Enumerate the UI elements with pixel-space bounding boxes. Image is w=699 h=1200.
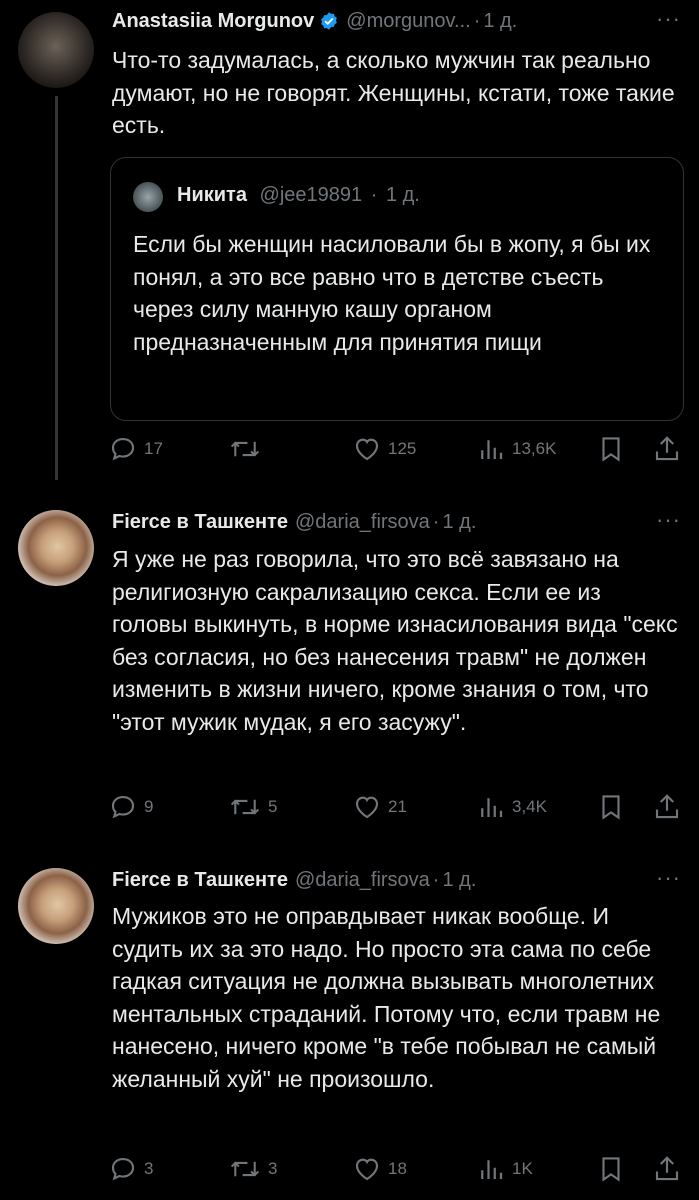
tweet-header: Anastasiia Morgunov @morgunov... · 1 д. … bbox=[112, 6, 681, 36]
reply-count: 17 bbox=[144, 439, 163, 458]
tweet-time[interactable]: 1 д. bbox=[442, 511, 476, 534]
tweet-header: Fierce в Ташкенте @daria_firsova · 1 д. … bbox=[112, 507, 681, 537]
thread-line bbox=[55, 96, 58, 480]
tweet-2[interactable]: Fierce в Ташкенте @daria_firsova · 1 д. … bbox=[0, 490, 699, 852]
tweet-text: Мужиков это не оправдывает никак вообще.… bbox=[112, 903, 661, 1092]
more-icon[interactable]: ··· bbox=[656, 865, 681, 891]
author-name[interactable]: Anastasiia Morgunov bbox=[112, 10, 314, 33]
reply-button[interactable]: 9 bbox=[108, 792, 153, 822]
tweet-actions: 17 125 13,6K bbox=[108, 434, 684, 464]
avatar[interactable] bbox=[18, 510, 94, 586]
views-icon bbox=[481, 798, 503, 817]
tweet-time[interactable]: 1 д. bbox=[483, 10, 517, 33]
share-icon bbox=[655, 794, 679, 819]
avatar[interactable] bbox=[18, 12, 94, 88]
like-icon bbox=[355, 438, 379, 461]
retweet-button[interactable] bbox=[228, 434, 268, 464]
like-count: 21 bbox=[388, 797, 407, 816]
reply-icon bbox=[111, 437, 135, 461]
share-icon bbox=[655, 436, 679, 461]
quote-text: Если бы женщин насиловали бы в жопу, я б… bbox=[133, 231, 651, 355]
views-button[interactable]: 3,4K bbox=[476, 792, 547, 822]
tweet-3[interactable]: Fierce в Ташкенте @daria_firsova · 1 д. … bbox=[0, 852, 699, 1200]
share-button[interactable] bbox=[652, 434, 682, 464]
quote-author-name: Никита bbox=[177, 184, 247, 206]
reply-button[interactable]: 17 bbox=[108, 434, 163, 464]
views-button[interactable]: 13,6K bbox=[476, 434, 556, 464]
author-name[interactable]: Fierce в Ташкенте bbox=[112, 511, 288, 534]
tweet-header: Fierce в Ташкенте @daria_firsova · 1 д. … bbox=[112, 865, 681, 895]
retweet-count: 3 bbox=[268, 1159, 278, 1178]
reply-icon bbox=[111, 1157, 135, 1181]
reply-count: 9 bbox=[144, 797, 154, 816]
tweet-actions: 3 3 18 1K bbox=[108, 1154, 684, 1184]
like-icon bbox=[355, 796, 379, 819]
like-button[interactable]: 125 bbox=[352, 434, 416, 464]
retweet-button[interactable]: 3 bbox=[228, 1154, 277, 1184]
bookmark-icon bbox=[602, 795, 620, 820]
tweet-1[interactable]: Anastasiia Morgunov @morgunov... · 1 д. … bbox=[0, 0, 699, 490]
views-icon bbox=[481, 1160, 503, 1179]
views-count: 3,4K bbox=[512, 797, 547, 816]
views-button[interactable]: 1K bbox=[476, 1154, 533, 1184]
separator-dot: · bbox=[370, 184, 378, 206]
more-icon[interactable]: ··· bbox=[656, 6, 681, 32]
author-handle[interactable]: @morgunov... bbox=[346, 10, 470, 33]
reply-icon bbox=[111, 795, 135, 819]
quote-header: Никита @jee19891 · 1 д. bbox=[177, 184, 420, 207]
views-count: 1K bbox=[512, 1159, 533, 1178]
more-icon[interactable]: ··· bbox=[656, 507, 681, 533]
quote-author-handle: @jee19891 bbox=[259, 184, 363, 206]
like-button[interactable]: 18 bbox=[352, 1154, 407, 1184]
like-icon bbox=[355, 1158, 379, 1181]
tweet-time[interactable]: 1 д. bbox=[442, 869, 476, 892]
bookmark-icon bbox=[602, 1157, 620, 1182]
reply-count: 3 bbox=[144, 1159, 154, 1178]
separator-dot: · bbox=[473, 9, 481, 32]
reply-button[interactable]: 3 bbox=[108, 1154, 153, 1184]
retweet-icon bbox=[230, 799, 260, 815]
avatar[interactable] bbox=[18, 868, 94, 944]
retweet-icon bbox=[230, 441, 260, 457]
bookmark-icon bbox=[602, 437, 620, 462]
views-icon bbox=[481, 440, 503, 459]
quote-time: 1 д. bbox=[385, 184, 420, 206]
separator-dot: · bbox=[432, 868, 440, 891]
quote-avatar bbox=[133, 182, 163, 212]
share-icon bbox=[655, 1156, 679, 1181]
like-button[interactable]: 21 bbox=[352, 792, 407, 822]
retweet-count: 5 bbox=[268, 797, 278, 816]
retweet-button[interactable]: 5 bbox=[228, 792, 277, 822]
verified-badge-icon bbox=[321, 12, 338, 30]
tweet-actions: 9 5 21 3,4K bbox=[108, 792, 684, 822]
share-button[interactable] bbox=[652, 1154, 682, 1184]
like-count: 125 bbox=[388, 439, 417, 458]
tweet-text: Что-то задумалась, а сколько мужчин так … bbox=[112, 47, 675, 138]
retweet-icon bbox=[230, 1161, 260, 1177]
bookmark-button[interactable] bbox=[596, 792, 626, 822]
author-name[interactable]: Fierce в Ташкенте bbox=[112, 869, 288, 892]
tweet-text: Я уже не раз говорила, что это всё завяз… bbox=[112, 546, 678, 735]
share-button[interactable] bbox=[652, 792, 682, 822]
quoted-tweet[interactable]: Никита @jee19891 · 1 д. Если бы женщин н… bbox=[110, 157, 684, 421]
views-count: 13,6K bbox=[512, 439, 557, 458]
separator-dot: · bbox=[432, 510, 440, 533]
author-handle[interactable]: @daria_firsova bbox=[295, 511, 430, 534]
like-count: 18 bbox=[388, 1159, 407, 1178]
bookmark-button[interactable] bbox=[596, 434, 626, 464]
bookmark-button[interactable] bbox=[596, 1154, 626, 1184]
author-handle[interactable]: @daria_firsova bbox=[295, 869, 430, 892]
